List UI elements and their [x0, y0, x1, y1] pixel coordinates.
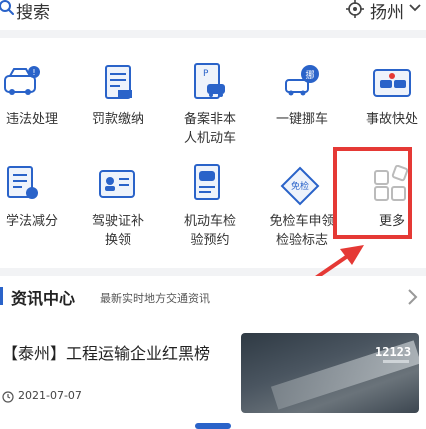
- vehicle-record-icon: P: [194, 63, 225, 99]
- city-selector[interactable]: 扬州: [370, 0, 404, 23]
- service-label-move-car[interactable]: 一键挪车: [252, 110, 352, 129]
- chevron-down-icon[interactable]: [408, 0, 422, 16]
- inspection-booking-icon: [194, 164, 220, 200]
- clock-icon: [2, 391, 14, 403]
- article-date: 2021-07-07: [18, 389, 82, 402]
- exempt-badge-icon: 免检: [280, 166, 320, 206]
- search-input[interactable]: 搜索: [16, 0, 50, 23]
- chevron-right-icon[interactable]: [406, 288, 418, 306]
- news-accent-bar: [0, 287, 3, 305]
- study-checklist-icon: [7, 166, 38, 199]
- search-icon[interactable]: [0, 0, 14, 16]
- move-car-icon: 挪: [285, 65, 319, 96]
- service-label-accident[interactable]: 事故快处: [342, 110, 426, 129]
- location-target-icon[interactable]: [346, 0, 364, 18]
- svg-text:P: P: [203, 69, 209, 79]
- accident-icon: [373, 69, 411, 97]
- svg-text:挪: 挪: [305, 69, 314, 81]
- article-thumbnail[interactable]: 12123: [241, 333, 419, 413]
- car-violation-icon: !: [4, 66, 40, 95]
- svg-text:!: !: [32, 68, 35, 77]
- service-label-license[interactable]: 驾驶证补 换领: [68, 212, 168, 250]
- thumbnail-brand: 12123: [375, 345, 412, 359]
- news-subtitle: 最新实时地方交通资讯: [100, 292, 210, 305]
- service-label-fine[interactable]: 罚款缴纳: [68, 110, 168, 129]
- article-title[interactable]: 【泰州】工程运输企业红黑榜: [2, 340, 210, 364]
- highlight-annotation: [333, 147, 412, 239]
- svg-text:免检: 免检: [291, 180, 309, 192]
- pager-indicator: [195, 423, 231, 429]
- service-label-inspection[interactable]: 机动车检 验预约: [160, 212, 260, 250]
- service-label-vehicle-record[interactable]: 备案非本 人机动车: [160, 110, 260, 148]
- license-card-icon: [99, 170, 135, 198]
- fine-document-icon: [105, 65, 132, 99]
- top-bar: 搜索 扬州: [0, 0, 426, 30]
- news-title: 资讯中心: [11, 289, 76, 308]
- thumbnail-brand-underline: [383, 360, 409, 363]
